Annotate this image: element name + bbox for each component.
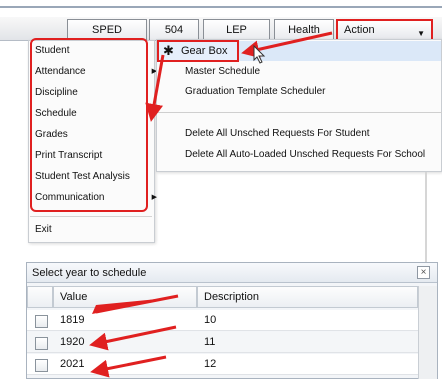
annotation-arrows	[89, 31, 333, 378]
arrow-to-row-1920	[89, 325, 177, 351]
arrow-to-gear-box	[241, 31, 333, 59]
arrow-to-row-2021	[90, 355, 167, 378]
arrow-to-schedule-submenu	[145, 54, 165, 122]
